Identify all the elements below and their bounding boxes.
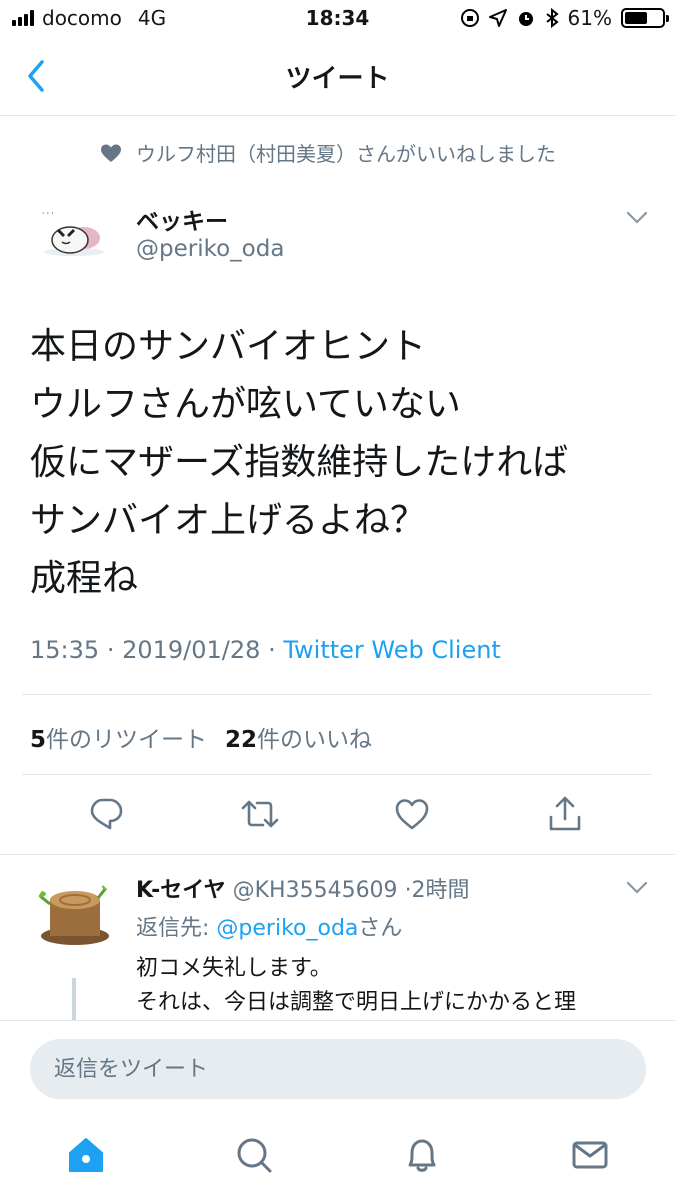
tweet-text: 本日のサンバイオヒント ウルフさんが呟いていない 仮にマザーズ指数維持したければ… (30, 318, 650, 608)
liked-context-text: ウルフ村田（村田美夏）さんがいいねしました (136, 142, 556, 166)
chevron-down-icon (626, 881, 648, 894)
author-name[interactable]: ベッキー (136, 202, 228, 236)
tab-search[interactable] (232, 1133, 276, 1177)
tab-notifications[interactable] (400, 1133, 444, 1177)
reply-header: K-セイヤ @KH35545609 ·2時間 (136, 872, 470, 904)
retweet-count: 5 (30, 727, 47, 753)
like-stat[interactable]: 22件のいいね (225, 720, 372, 754)
home-icon (69, 1138, 103, 1172)
page-title: ツイート (285, 64, 390, 94)
tweet-line: ウルフさんが呟いていない (30, 384, 461, 425)
tweet-time: 15:35 (30, 636, 100, 664)
reply-to-mention[interactable]: @periko_oda (216, 916, 358, 941)
share-button[interactable] (543, 792, 587, 836)
like-label: 件のいいね (257, 727, 373, 753)
mail-icon (572, 1141, 608, 1169)
retweet-stat[interactable]: 5件のリツイート (30, 720, 207, 754)
author-handle[interactable]: @periko_oda (136, 236, 284, 262)
speech-bubble-icon (90, 798, 123, 830)
bottom-bar (0, 1020, 675, 1200)
status-bar: docomo 4G 18:34 61% (0, 0, 675, 38)
nav-bar: ツイート (0, 38, 675, 116)
reply-author-avatar[interactable] (34, 874, 116, 956)
heart-icon (101, 144, 121, 162)
orientation-lock-icon (460, 9, 479, 27)
author-avatar[interactable]: ' ' ' (34, 196, 114, 276)
reply-to-prefix: 返信先: (136, 916, 217, 941)
reply-menu-button[interactable] (625, 880, 649, 896)
tweet-stats: 5件のリツイート 22件のいいね (30, 720, 372, 754)
battery-icon (621, 8, 669, 28)
reply-body: 初コメ失礼します。 それは、今日は調整で明日上げにかかると理 (136, 952, 656, 1020)
retweet-label: 件のリツイート (46, 727, 208, 753)
battery-fill (625, 12, 647, 24)
bluetooth-icon (545, 8, 559, 28)
tab-home[interactable] (64, 1133, 108, 1177)
tab-messages[interactable] (568, 1133, 612, 1177)
reply-time: ·2時間 (404, 878, 470, 903)
location-icon (488, 9, 507, 27)
liked-context: ウルフ村田（村田美夏）さんがいいねしました (100, 138, 556, 167)
tweet-line: 成程ね (30, 558, 139, 599)
divider (22, 694, 652, 695)
like-button[interactable] (390, 792, 434, 836)
reply-to: 返信先: @periko_odaさん (136, 910, 402, 942)
share-icon (549, 796, 581, 831)
meta-separator: · (106, 636, 115, 664)
retweet-icon (241, 800, 279, 828)
tweet-menu-button[interactable] (625, 210, 649, 226)
search-icon (237, 1138, 272, 1173)
thread-line (72, 978, 76, 1024)
alarm-icon (518, 12, 533, 26)
reply-author-name[interactable]: K-セイヤ (136, 878, 226, 903)
heart-outline-icon (395, 799, 429, 830)
tweet-client-link[interactable]: Twitter Web Client (283, 636, 501, 664)
divider (0, 854, 675, 855)
reply-to-suffix: さん (358, 916, 403, 941)
tweet-date: 2019/01/28 (122, 636, 261, 664)
reply-compose-input[interactable] (30, 1039, 646, 1099)
like-count: 22 (225, 727, 258, 753)
reply-author-handle[interactable]: @KH35545609 (233, 878, 398, 903)
retweet-button[interactable] (238, 792, 282, 836)
status-right: 61% (460, 6, 669, 30)
svg-text:' ' ': ' ' ' (42, 211, 54, 220)
reply-button[interactable] (84, 792, 128, 836)
tweet-meta: 15:35 · 2019/01/28 · Twitter Web Client (30, 636, 501, 664)
tweet-line: サンバイオ上げるよね？ (30, 500, 427, 541)
reply-line: 初コメ失礼します。 (136, 956, 332, 981)
tweet-line: 本日のサンバイオヒント (30, 326, 427, 367)
tweet-line: 仮にマザーズ指数維持したければ (30, 442, 569, 483)
battery-percent: 61% (567, 6, 612, 30)
meta-separator: · (268, 636, 276, 664)
bell-icon (408, 1139, 436, 1172)
reply-line: それは、今日は調整で明日上げにかかると理 (136, 990, 577, 1015)
divider (22, 774, 652, 775)
chevron-down-icon (626, 211, 648, 224)
